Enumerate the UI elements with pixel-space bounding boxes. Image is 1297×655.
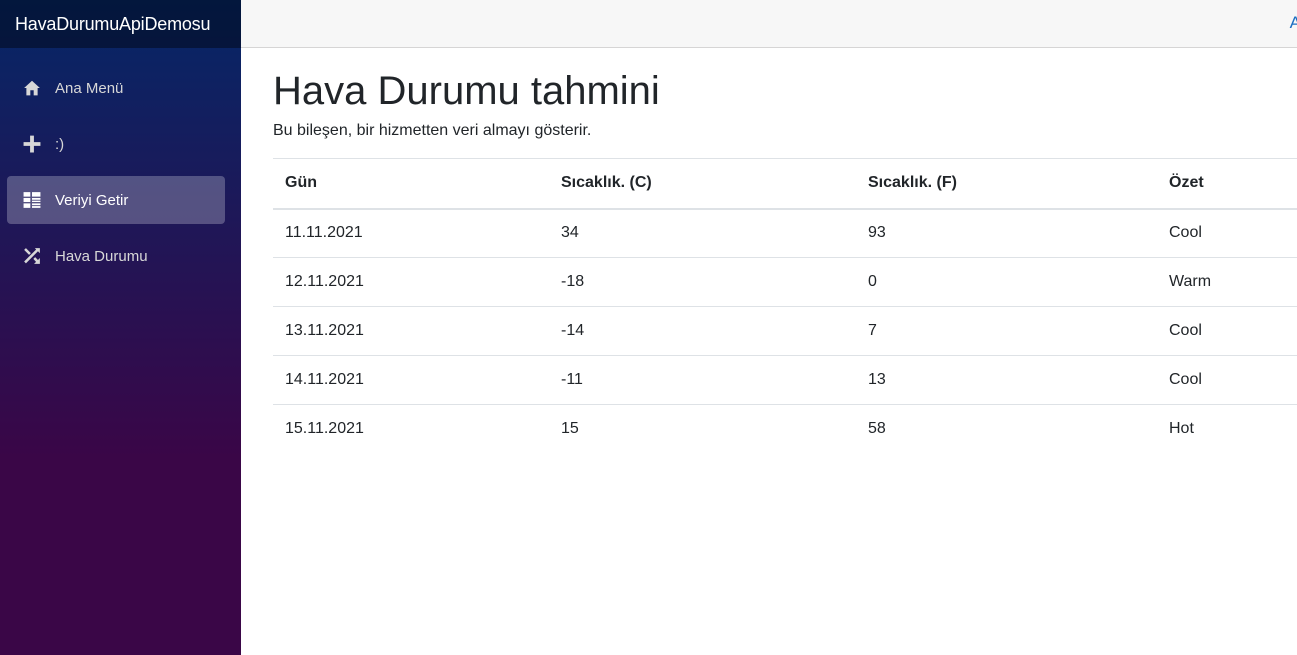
table-row: 13.11.2021 -14 7 Cool — [273, 306, 1297, 356]
main-content: Hava Durumu tahmini Bu bileşen, bir hizm… — [273, 48, 1297, 454]
table-header-row: Gün Sıcaklık. (C) Sıcaklık. (F) Özet — [273, 158, 1297, 210]
cell-temp-f: 0 — [856, 257, 1157, 307]
cell-summary: Cool — [1157, 306, 1297, 356]
cell-summary: Cool — [1157, 355, 1297, 405]
cell-date: 13.11.2021 — [273, 306, 549, 356]
page-title: Hava Durumu tahmini — [273, 69, 660, 113]
sidebar-item-label: Veriyi Getir — [55, 191, 129, 209]
cell-date: 14.11.2021 — [273, 355, 549, 405]
cell-temp-f: 58 — [868, 420, 886, 438]
table-row: 14.11.2021 -11 13 Cool — [273, 355, 1297, 405]
table-row: 12.11.2021 -18 0 Warm — [273, 257, 1297, 307]
home-icon — [23, 79, 41, 97]
top-row: A — [241, 0, 1297, 48]
table-row: 15.11.2021 15 58 Hot — [273, 405, 1297, 454]
forecast-table: Gün Sıcaklık. (C) Sıcaklık. (F) Özet 11.… — [273, 158, 1297, 454]
brand-bar: HavaDurumuApiDemosu — [0, 0, 241, 48]
sidebar-item-label: :) — [55, 135, 65, 153]
column-header-temp-f: Sıcaklık. (F) — [856, 158, 1157, 210]
cell-summary: Hot — [1169, 420, 1194, 438]
cell-temp-f: 93 — [856, 208, 1157, 258]
table-row: 11.11.2021 34 93 Cool — [273, 208, 1297, 258]
plus-icon — [23, 135, 41, 153]
sidebar-item-ana-menu[interactable]: Ana Menü — [7, 64, 225, 112]
cell-summary: Cool — [1157, 208, 1297, 258]
sidebar-nav: Ana Menü :) Veriyi Getir Hava Durumu — [0, 48, 241, 280]
about-link[interactable]: A — [1290, 13, 1297, 33]
column-header-temp-c: Sıcaklık. (C) — [549, 158, 856, 210]
cell-temp-c: -18 — [549, 257, 856, 307]
cell-date: 12.11.2021 — [273, 257, 549, 307]
sidebar-item-veriyi-getir[interactable]: Veriyi Getir — [7, 176, 225, 224]
cell-summary: Warm — [1157, 257, 1297, 307]
cell-temp-c: -14 — [549, 306, 856, 356]
list-icon — [23, 191, 41, 209]
cell-temp-c: 15 — [561, 420, 579, 438]
sidebar: HavaDurumuApiDemosu Ana Menü :) Veriyi G — [0, 0, 241, 655]
cell-temp-f: 7 — [856, 306, 1157, 356]
sidebar-item-label: Hava Durumu — [55, 247, 148, 265]
cell-temp-c: 34 — [549, 208, 856, 258]
sidebar-item-label: Ana Menü — [55, 79, 124, 97]
sidebar-item-smiley[interactable]: :) — [7, 120, 225, 168]
shuffle-icon — [23, 247, 41, 265]
column-header-date: Gün — [273, 158, 549, 210]
cell-temp-f: 13 — [856, 355, 1157, 405]
cell-date: 15.11.2021 — [285, 420, 364, 438]
sidebar-item-hava-durumu[interactable]: Hava Durumu — [7, 232, 225, 280]
cell-temp-c: -11 — [549, 355, 856, 405]
page-subtitle: Bu bileşen, bir hizmetten veri almayı gö… — [273, 122, 592, 139]
brand-link[interactable]: HavaDurumuApiDemosu — [15, 14, 210, 35]
column-header-summary: Özet — [1157, 158, 1297, 210]
cell-date: 11.11.2021 — [273, 208, 549, 258]
